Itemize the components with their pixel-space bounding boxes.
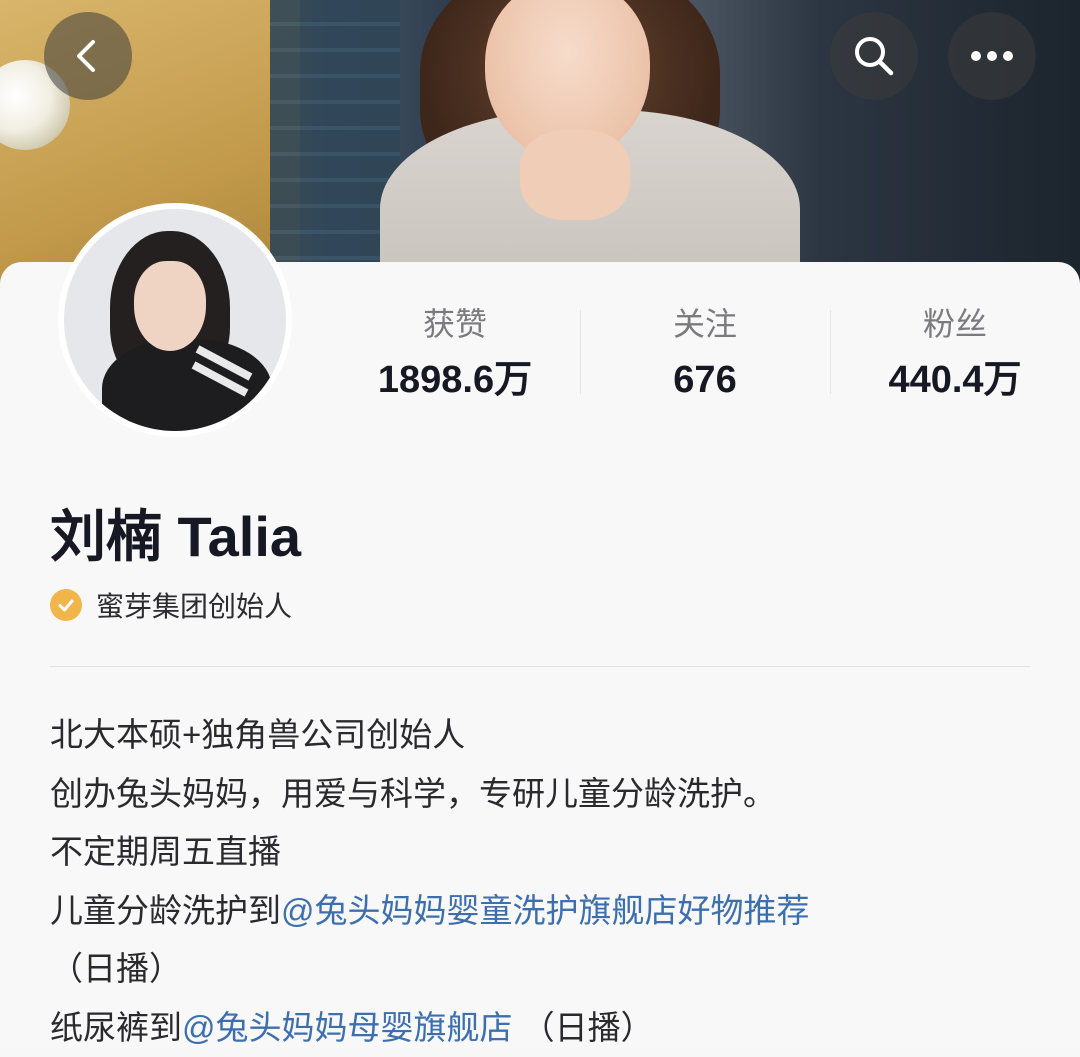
- bio-text: 儿童分龄洗护到: [50, 892, 281, 929]
- bio-line: 儿童分龄洗护到@兔头妈妈婴童洗护旗舰店好物推荐: [50, 882, 1050, 941]
- avatar-photo: [64, 209, 286, 431]
- stat-label: 粉丝: [830, 300, 1080, 348]
- cover-hand: [520, 130, 630, 220]
- bio-line: 北大本硕+独角兽公司创始人: [50, 706, 1050, 765]
- stat-value: 676: [580, 352, 830, 408]
- profile-name: 刘楠 Talia: [50, 502, 301, 572]
- stat-value: 440.4万: [830, 352, 1080, 408]
- bio-line: 创办兔头妈妈，用爱与科学，专研儿童分龄洗护。: [50, 765, 1050, 824]
- bio-text: （日播）: [513, 1009, 654, 1046]
- more-dots-icon: [969, 50, 1015, 62]
- stat-label: 获赞: [330, 300, 580, 348]
- avatar[interactable]: [58, 203, 292, 437]
- profile-bio: 北大本硕+独角兽公司创始人 创办兔头妈妈，用爱与科学，专研儿童分龄洗护。 不定期…: [50, 706, 1050, 1057]
- cover-person: [380, 0, 800, 300]
- bio-line: 不定期周五直播: [50, 823, 1050, 882]
- avatar-face: [134, 261, 206, 351]
- stat-value: 1898.6万: [330, 352, 580, 408]
- search-button[interactable]: [830, 12, 918, 100]
- search-icon: [851, 33, 897, 79]
- bio-line: （日播）: [50, 940, 1050, 999]
- divider: [50, 666, 1030, 667]
- mention-link-store-recommend[interactable]: @兔头妈妈婴童洗护旗舰店好物推荐: [281, 892, 810, 929]
- stat-followers[interactable]: 粉丝 440.4万: [830, 300, 1080, 410]
- bio-text: 纸尿裤到: [50, 1009, 182, 1046]
- more-button[interactable]: [948, 12, 1036, 100]
- verification-row: 蜜芽集团创始人: [50, 582, 292, 628]
- back-button[interactable]: [44, 12, 132, 100]
- stat-label: 关注: [580, 300, 830, 348]
- stat-following[interactable]: 关注 676: [580, 300, 830, 410]
- back-arrow-icon: [68, 36, 108, 76]
- bio-line: 纸尿裤到@兔头妈妈母婴旗舰店 （日播）: [50, 999, 1050, 1057]
- stats-row: 获赞 1898.6万 关注 676 粉丝 440.4万: [330, 300, 1080, 410]
- verification-text: 蜜芽集团创始人: [96, 585, 292, 625]
- avatar-body: [102, 339, 272, 431]
- mention-link-store[interactable]: @兔头妈妈母婴旗舰店: [182, 1009, 513, 1046]
- stat-likes[interactable]: 获赞 1898.6万: [330, 300, 580, 410]
- verified-check-icon: [50, 589, 82, 621]
